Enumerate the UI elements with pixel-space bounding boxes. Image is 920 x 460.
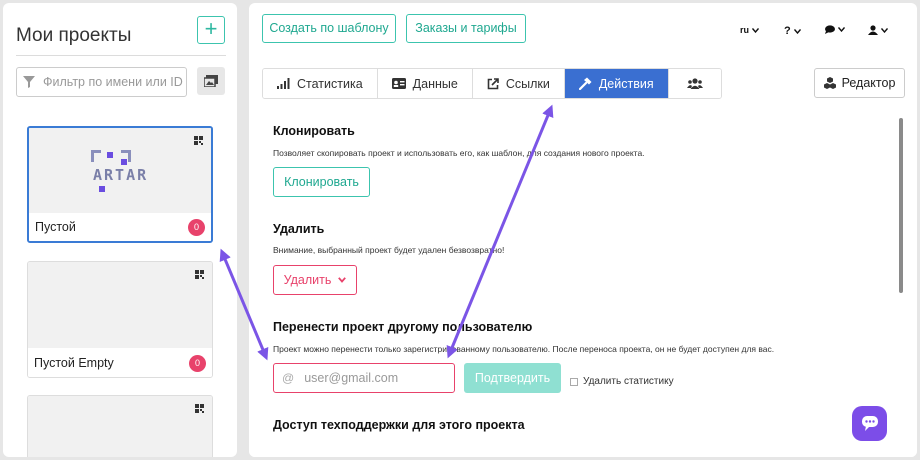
project-tabs: Статистика Данные Ссылки Действия (262, 68, 722, 99)
create-from-template-button[interactable]: Создать по шаблону (262, 14, 396, 43)
orders-tariffs-button[interactable]: Заказы и тарифы (406, 14, 526, 43)
clone-description: Позволяет скопировать проект и использов… (273, 148, 645, 158)
qr-icon[interactable] (195, 404, 204, 413)
project-settings-panel: Создать по шаблону Заказы и тарифы ru ? … (249, 3, 917, 457)
transfer-description: Проект можно перенести только зарегистри… (273, 344, 775, 354)
tab-links[interactable]: Ссылки (472, 69, 565, 98)
projects-title: Мои проекты (16, 25, 132, 46)
chevron-down-icon (338, 277, 347, 283)
checkbox-label: Удалить статистику (583, 376, 674, 387)
project-thumbnail (28, 262, 212, 348)
checkbox-box[interactable] (570, 377, 578, 386)
qr-icon[interactable] (195, 270, 204, 279)
add-project-button[interactable]: + (197, 16, 225, 44)
help-label: ? (784, 25, 791, 37)
image-view-button[interactable] (197, 67, 225, 95)
project-name: Пустой (35, 220, 76, 234)
chevron-down-icon (838, 27, 845, 32)
projects-panel: Мои проекты + ARTAR (3, 3, 237, 457)
tab-users[interactable] (668, 69, 721, 98)
email-input[interactable] (304, 371, 445, 385)
messages-menu[interactable] (825, 25, 845, 34)
users-icon (686, 78, 703, 89)
id-card-icon (391, 78, 406, 89)
project-badge: 0 (189, 355, 206, 372)
clone-title: Клонировать (273, 124, 355, 138)
artar-logo: ARTAR (91, 150, 153, 197)
delete-title: Удалить (273, 222, 325, 236)
project-card-footer: Пустой Empty 0 (28, 349, 212, 377)
divider (16, 55, 226, 56)
tab-label: Данные (412, 76, 458, 91)
language-selector[interactable]: ru (740, 25, 759, 35)
comment-icon (825, 25, 835, 34)
delete-stats-checkbox[interactable]: Удалить статистику (570, 376, 674, 387)
tab-label: Действия (598, 76, 654, 91)
tab-data[interactable]: Данные (377, 69, 473, 98)
language-label: ru (740, 25, 749, 35)
filter-box (16, 67, 187, 97)
user-menu[interactable] (868, 25, 888, 35)
email-field: @ (273, 363, 455, 393)
chevron-down-icon (793, 28, 801, 34)
hammer-icon (578, 77, 592, 90)
images-icon (204, 75, 218, 87)
qr-icon[interactable] (194, 136, 203, 145)
transfer-title: Перенести проект другому пользователю (273, 320, 533, 334)
external-link-icon (487, 77, 499, 89)
bar-chart-icon (277, 78, 290, 89)
project-name: Пустой Empty (34, 356, 114, 370)
chevron-down-icon (881, 27, 888, 33)
tab-label: Статистика (297, 76, 363, 91)
support-title: Доступ техподдержки для этого проекта (273, 418, 525, 432)
chat-button[interactable] (852, 406, 887, 441)
chat-bubble-icon (861, 416, 878, 431)
confirm-button[interactable]: Подтвердить (464, 363, 561, 393)
at-icon: @ (282, 371, 295, 385)
logo-text: ARTAR (93, 166, 148, 184)
scrollbar[interactable] (899, 118, 903, 293)
delete-button[interactable]: Удалить (273, 265, 357, 295)
project-thumbnail (28, 396, 212, 457)
project-card-footer: Пустой 0 (29, 213, 211, 241)
funnel-icon (23, 76, 35, 88)
project-card[interactable] (27, 395, 213, 457)
editor-label: Редактор (841, 76, 896, 90)
clone-button[interactable]: Клонировать (273, 167, 370, 197)
project-card[interactable]: Пустой Empty 0 (27, 261, 213, 378)
cubes-icon (823, 77, 836, 89)
tab-statistics[interactable]: Статистика (263, 69, 378, 98)
tab-label: Ссылки (505, 76, 550, 91)
filter-input[interactable] (43, 75, 183, 89)
delete-label: Удалить (283, 273, 332, 287)
help-menu[interactable]: ? (784, 25, 801, 37)
project-thumbnail: ARTAR (29, 128, 211, 214)
bottom-fade (249, 437, 917, 457)
user-icon (868, 25, 878, 35)
chevron-down-icon (752, 27, 759, 33)
delete-description: Внимание, выбранный проект будет удален … (273, 245, 505, 255)
tab-actions[interactable]: Действия (564, 69, 669, 98)
project-badge: 0 (188, 219, 205, 236)
project-card[interactable]: ARTAR Пустой 0 (27, 126, 213, 243)
editor-button[interactable]: Редактор (814, 68, 905, 98)
